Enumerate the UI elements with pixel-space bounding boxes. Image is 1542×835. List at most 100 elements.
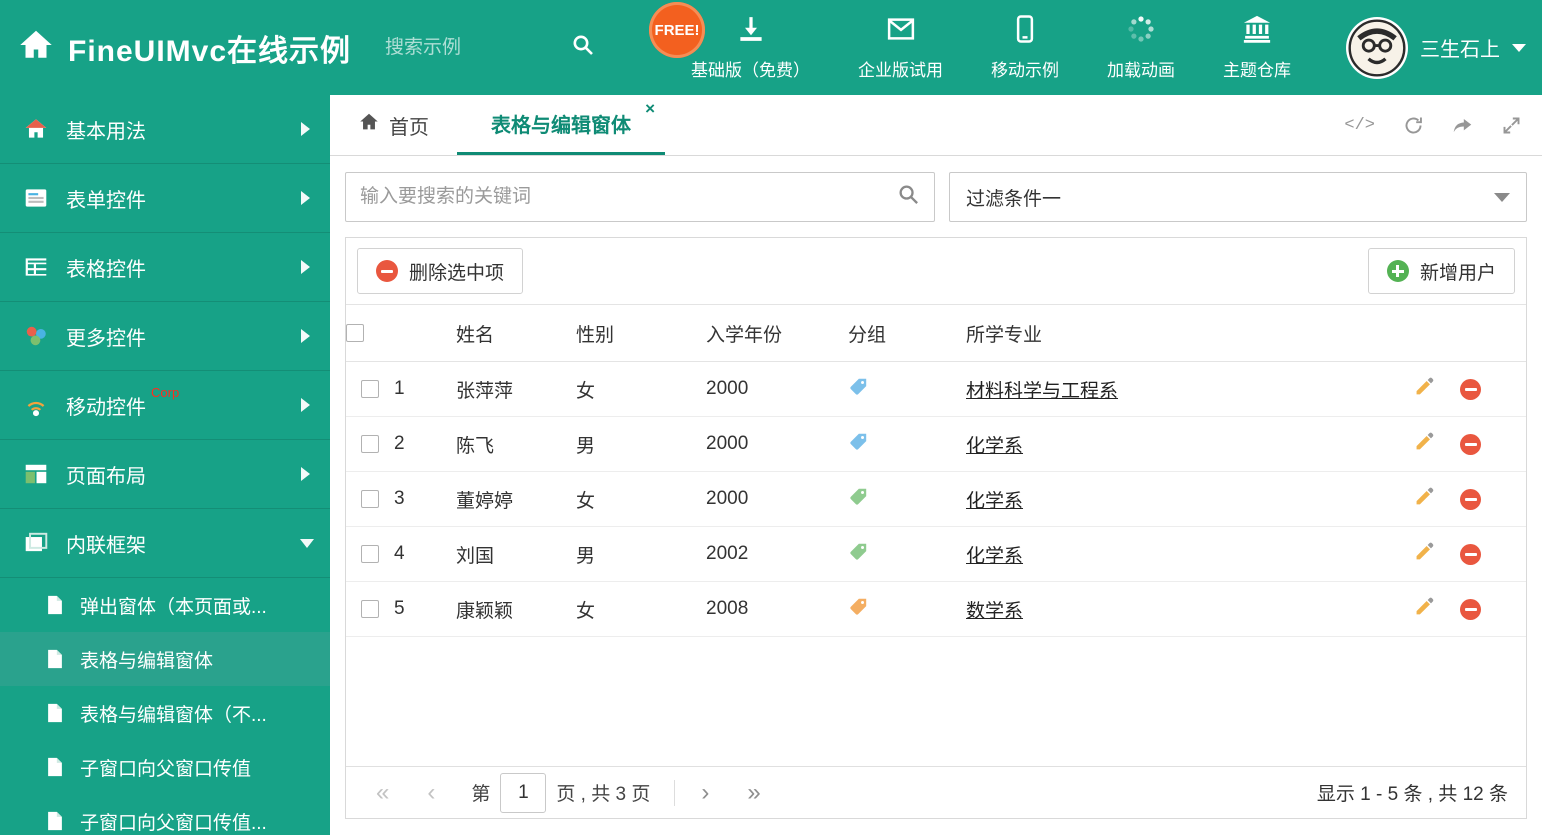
cell-gender: 男	[576, 526, 706, 582]
sidebar-item-grid-controls[interactable]: 表格控件	[0, 233, 330, 302]
nav-item-label: 主题仓库	[1223, 61, 1292, 80]
sidebar-subitem-label: 表格与编辑窗体	[80, 650, 214, 672]
home-icon	[18, 27, 54, 68]
page-number-input[interactable]	[500, 772, 547, 813]
brand[interactable]: FineUIMvc在线示例	[0, 26, 351, 70]
nav-item-enterprise-trial[interactable]: 企业版试用	[834, 0, 967, 95]
nav-item-theme-store[interactable]: 主题仓库	[1199, 0, 1315, 95]
first-page-icon[interactable]: «	[364, 780, 401, 805]
cell-name: 董婷婷	[456, 471, 576, 527]
expand-icon[interactable]	[1501, 115, 1522, 136]
tab-label: 首页	[389, 116, 429, 139]
pager-divider	[674, 779, 676, 806]
close-icon[interactable]: ×	[645, 100, 655, 117]
major-link[interactable]: 化学系	[966, 491, 1023, 512]
edit-pencil-icon[interactable]	[1414, 595, 1436, 623]
row-index: 4	[394, 526, 456, 582]
edit-pencil-icon[interactable]	[1414, 485, 1436, 513]
filter-dropdown-value: 过滤条件一	[966, 188, 1062, 210]
cell-gender: 女	[576, 471, 706, 527]
sidebar-subitem-popup-window[interactable]: 弹出窗体（本页面或...	[0, 578, 330, 632]
nav-item-basic-free[interactable]: FREE! 基础版（免费）	[649, 0, 834, 95]
add-user-button[interactable]: 新增用户	[1367, 248, 1515, 294]
nav-item-loading-anim[interactable]: 加载动画	[1083, 0, 1199, 95]
file-icon	[44, 648, 66, 670]
mobile-icon	[1010, 14, 1040, 49]
delete-row-icon[interactable]	[1460, 488, 1481, 510]
sidebar-subitem-label: 弹出窗体（本页面或...	[80, 596, 267, 618]
chevron-right-icon	[301, 467, 310, 481]
header-search[interactable]	[385, 33, 595, 62]
major-link[interactable]: 数学系	[966, 601, 1023, 622]
table-row: 4 刘国 男 2002 化学系	[346, 526, 1526, 582]
file-icon	[44, 810, 66, 832]
nav-item-label: 移动示例	[991, 61, 1060, 80]
row-checkbox[interactable]	[361, 379, 379, 398]
sidebar-subitem-child-to-parent-2[interactable]: 子窗口向父窗口传值...	[0, 794, 330, 835]
share-icon[interactable]	[1452, 115, 1473, 136]
table-row: 3 董婷婷 女 2000 化学系	[346, 471, 1526, 527]
download-icon	[736, 14, 766, 49]
major-link[interactable]: 材料科学与工程系	[966, 381, 1118, 402]
header-search-input[interactable]	[385, 36, 536, 59]
sidebar-item-iframe[interactable]: 内联框架	[0, 509, 330, 578]
tab-grid-edit-window[interactable]: 表格与编辑窗体 ×	[457, 95, 665, 155]
edit-pencil-icon[interactable]	[1414, 375, 1436, 403]
corp-badge: Corp	[151, 385, 180, 400]
sidebar-subitem-child-to-parent[interactable]: 子窗口向父窗口传值	[0, 740, 330, 794]
data-table: 姓名 性别 入学年份 分组 所学专业 1 张萍萍 女 2000 材料科学与工程系…	[346, 304, 1526, 637]
delete-row-icon[interactable]	[1460, 433, 1481, 455]
nav-item-label: 企业版试用	[858, 61, 944, 80]
cell-name: 张萍萍	[456, 361, 576, 417]
major-link[interactable]: 化学系	[966, 436, 1023, 457]
search-icon[interactable]	[897, 183, 920, 211]
sidebar-item-mobile-controls[interactable]: 移动控件 Corp	[0, 371, 330, 440]
sidebar-subitem-grid-edit-window[interactable]: 表格与编辑窗体	[0, 632, 330, 686]
column-actions	[1414, 304, 1526, 362]
envelope-icon	[886, 14, 916, 49]
file-icon	[44, 756, 66, 778]
source-code-icon[interactable]: </>	[1344, 116, 1375, 135]
last-page-icon[interactable]: »	[735, 780, 772, 805]
plus-circle-icon	[1386, 260, 1409, 282]
grid-panel: 删除选中项 新增用户 姓名 性别 入学年份 分组 所学专业 1 张萍萍 女 20…	[345, 237, 1527, 819]
cell-year: 2000	[706, 471, 848, 527]
refresh-icon[interactable]	[1403, 115, 1424, 136]
delete-row-icon[interactable]	[1460, 543, 1481, 565]
next-page-icon[interactable]: ›	[689, 780, 721, 805]
sidebar-item-more-controls[interactable]: 更多控件	[0, 302, 330, 371]
delete-row-icon[interactable]	[1460, 378, 1481, 400]
filter-dropdown[interactable]: 过滤条件一	[949, 172, 1527, 222]
row-checkbox[interactable]	[361, 544, 379, 563]
row-index: 1	[394, 361, 456, 417]
row-checkbox[interactable]	[361, 489, 379, 508]
form-icon	[22, 184, 50, 212]
delete-selected-button[interactable]: 删除选中项	[357, 248, 524, 294]
tab-home[interactable]: 首页	[330, 95, 457, 155]
row-index: 2	[394, 416, 456, 472]
edit-pencil-icon[interactable]	[1414, 540, 1436, 568]
sidebar-item-basic-usage[interactable]: 基本用法	[0, 95, 330, 164]
major-link[interactable]: 化学系	[966, 546, 1023, 567]
add-user-label: 新增用户	[1419, 262, 1496, 284]
search-icon[interactable]	[571, 33, 595, 62]
mobile-signal-icon	[22, 391, 50, 419]
sidebar-subitem-grid-edit-window-alt[interactable]: 表格与编辑窗体（不...	[0, 686, 330, 740]
sidebar-item-page-layout[interactable]: 页面布局	[0, 440, 330, 509]
sidebar: 基本用法 表单控件 表格控件 更多控件 移动控件 Corp 页面布局 内联框架 …	[0, 95, 330, 835]
sidebar-item-label: 表单控件	[66, 189, 146, 212]
row-checkbox[interactable]	[361, 599, 379, 618]
edit-pencil-icon[interactable]	[1414, 430, 1436, 458]
sidebar-subitem-label: 子窗口向父窗口传值...	[80, 812, 267, 834]
column-group: 分组	[848, 304, 966, 362]
select-all-checkbox[interactable]	[346, 323, 364, 342]
sidebar-item-form-controls[interactable]: 表单控件	[0, 164, 330, 233]
user-menu[interactable]: 三生石上	[1346, 0, 1526, 95]
sidebar-item-label: 更多控件	[66, 327, 146, 350]
nav-item-mobile-demo[interactable]: 移动示例	[967, 0, 1083, 95]
delete-row-icon[interactable]	[1460, 598, 1481, 620]
keyword-search-input[interactable]	[360, 186, 897, 208]
tag-icon	[848, 486, 869, 507]
row-checkbox[interactable]	[361, 434, 379, 453]
prev-page-icon[interactable]: ‹	[415, 780, 447, 805]
